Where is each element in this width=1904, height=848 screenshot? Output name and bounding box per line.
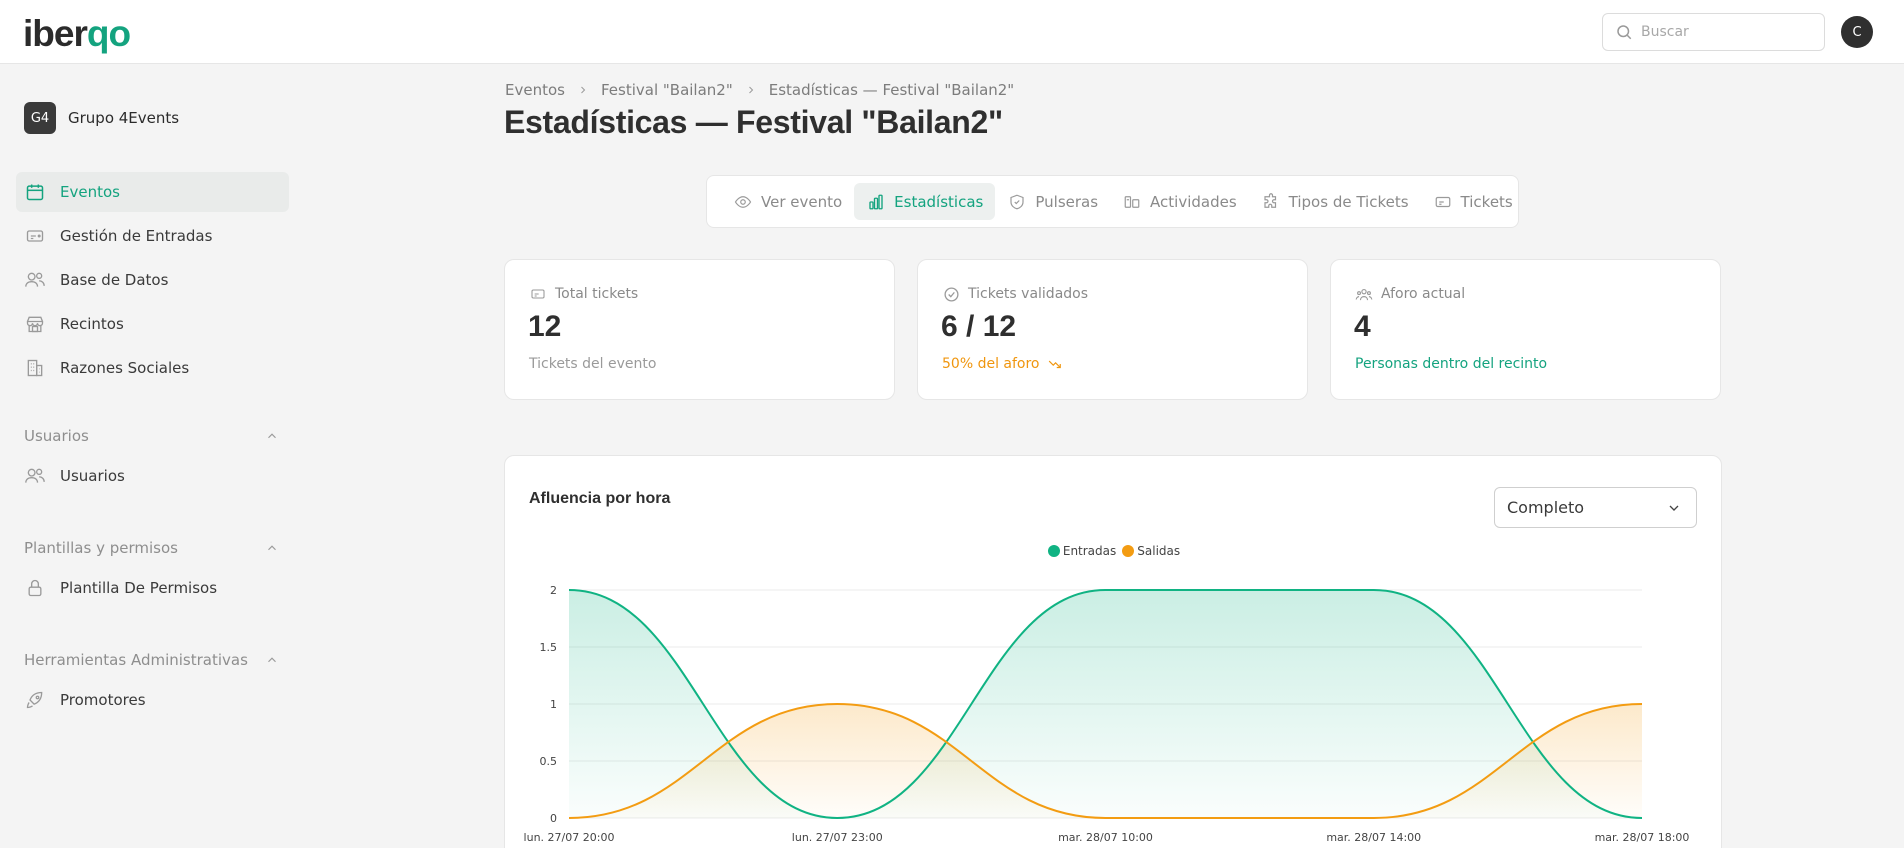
users-icon [24, 465, 46, 487]
stat-card-total-tickets: Total tickets 12 Tickets del evento [504, 259, 895, 400]
tab-pulseras[interactable]: Pulseras [995, 183, 1110, 220]
stat-subtext: Tickets del evento [529, 356, 657, 372]
sidebar-item-label: Plantilla De Permisos [60, 579, 218, 597]
sidebar: G4 Grupo 4Events Eventos Gestión de Entr… [0, 64, 300, 848]
puzzle-icon [1261, 192, 1281, 212]
sidebar-item-usuarios[interactable]: Usuarios [16, 456, 289, 496]
rocket-icon [24, 689, 46, 711]
stat-value: 12 [528, 310, 562, 343]
section-title: Plantillas y permisos [24, 539, 178, 557]
y-tick-label: 0.5 [540, 755, 558, 768]
x-tick-label: mar. 28/07 18:00 [1595, 831, 1690, 844]
section-toggle-usuarios[interactable]: Usuarios [24, 426, 279, 446]
stat-value: 4 [1354, 310, 1371, 343]
ticket-icon [1433, 192, 1453, 212]
chevron-right-icon [577, 84, 589, 96]
building-icon [24, 357, 46, 379]
search-box[interactable] [1602, 13, 1825, 51]
tab-label: Actividades [1150, 192, 1237, 211]
iberqo-logo[interactable]: iberqo [23, 14, 131, 54]
chevron-up-icon [268, 433, 276, 439]
shield-check-icon [1007, 192, 1027, 212]
breadcrumb-eventos[interactable]: Eventos [505, 81, 565, 99]
y-tick-label: 0 [550, 812, 557, 825]
tab-label: Tipos de Tickets [1288, 192, 1409, 211]
breadcrumb: Eventos Festival "Bailan2" Estadísticas … [505, 80, 1014, 100]
org-name: Grupo 4Events [68, 109, 180, 127]
section-toggle-herramientas[interactable]: Herramientas Administrativas [24, 650, 279, 670]
stat-subtext: 50% del aforo [942, 356, 1040, 372]
calendar-icon [24, 181, 46, 203]
sidebar-item-plantilla-permisos[interactable]: Plantilla De Permisos [16, 568, 289, 608]
y-tick-label: 1.5 [540, 641, 558, 654]
sidebar-item-label: Recintos [60, 315, 124, 333]
org-switcher[interactable]: G4 Grupo 4Events [24, 102, 179, 134]
tab-tipos-tickets[interactable]: Tipos de Tickets [1249, 183, 1421, 220]
stat-label: Total tickets [555, 286, 639, 302]
x-tick-label: mar. 28/07 14:00 [1326, 831, 1421, 844]
event-tabs: Ver evento Estadísticas Pulseras Activid… [706, 175, 1519, 228]
stat-card-tickets-validados: Tickets validados 6 / 12 50% del aforo [917, 259, 1308, 400]
chevron-up-icon [268, 545, 276, 551]
top-bar: iberqo C [0, 0, 1904, 64]
y-tick-label: 1 [550, 698, 557, 711]
x-tick-label: lun. 27/07 20:00 [524, 831, 615, 844]
stat-label: Aforo actual [1381, 286, 1466, 302]
tab-actividades[interactable]: Actividades [1110, 183, 1249, 220]
search-input[interactable] [1641, 24, 1811, 40]
sidebar-item-eventos[interactable]: Eventos [16, 172, 289, 212]
sidebar-item-gestion-entradas[interactable]: Gestión de Entradas [16, 216, 289, 256]
chart-card: Afluencia por hora Completo Entradas Sal… [504, 455, 1722, 848]
tab-label: Pulseras [1035, 192, 1099, 211]
sidebar-item-label: Eventos [60, 183, 120, 201]
sidebar-item-label: Gestión de Entradas [60, 227, 213, 245]
x-tick-label: mar. 28/07 10:00 [1058, 831, 1153, 844]
user-avatar[interactable]: C [1841, 16, 1873, 48]
sidebar-item-base-de-datos[interactable]: Base de Datos [16, 260, 289, 300]
tab-label: Ver evento [761, 192, 843, 211]
people-group-icon [1355, 285, 1373, 303]
tab-label: Estadísticas [894, 192, 984, 211]
tab-tickets[interactable]: Tickets [1421, 183, 1525, 220]
tab-ver-evento[interactable]: Ver evento [721, 183, 854, 220]
page-title: Estadísticas — Festival "Bailan2" [504, 104, 1003, 140]
sidebar-item-label: Usuarios [60, 467, 125, 485]
check-circle-icon [942, 285, 960, 303]
search-icon [1617, 25, 1632, 40]
sidebar-item-recintos[interactable]: Recintos [16, 304, 289, 344]
stat-label: Tickets validados [968, 286, 1089, 302]
sidebar-item-label: Promotores [60, 691, 146, 709]
sidebar-item-label: Razones Sociales [60, 359, 190, 377]
activities-icon [1122, 192, 1142, 212]
stat-value: 6 / 12 [941, 310, 1017, 343]
users-icon [24, 269, 46, 291]
trending-down-icon [1048, 360, 1061, 369]
tab-label: Tickets [1460, 192, 1513, 211]
chevron-right-icon [745, 84, 757, 96]
lock-icon [24, 577, 46, 599]
section-toggle-plantillas[interactable]: Plantillas y permisos [24, 538, 279, 558]
stat-subtext-row: 50% del aforo [942, 356, 1064, 372]
afluencia-chart: 0 0.5 1 1.5 2 lun. 27/07 20:00 lun. 27/07 23:0… [524, 584, 1690, 844]
section-title: Herramientas Administrativas [24, 651, 248, 669]
breadcrumb-festival[interactable]: Festival "Bailan2" [601, 81, 733, 99]
tab-estadisticas[interactable]: Estadísticas [854, 183, 996, 220]
stat-card-aforo-actual: Aforo actual 4 Personas dentro del recin… [1330, 259, 1721, 400]
y-tick-label: 2 [550, 584, 557, 597]
sidebar-item-promotores[interactable]: Promotores [16, 680, 289, 720]
ticket-icon [529, 285, 547, 303]
ticket-icon [24, 225, 46, 247]
bar-chart-icon [866, 192, 886, 212]
chevron-up-icon [268, 657, 276, 663]
org-badge: G4 [24, 102, 56, 134]
store-icon [24, 313, 46, 335]
sidebar-item-razones-sociales[interactable]: Razones Sociales [16, 348, 289, 388]
stat-subtext: Personas dentro del recinto [1355, 356, 1548, 372]
sidebar-item-label: Base de Datos [60, 271, 169, 289]
x-tick-label: lun. 27/07 23:00 [792, 831, 883, 844]
eye-icon [733, 192, 753, 212]
section-title: Usuarios [24, 427, 89, 445]
breadcrumb-current: Estadísticas — Festival "Bailan2" [768, 81, 1015, 99]
